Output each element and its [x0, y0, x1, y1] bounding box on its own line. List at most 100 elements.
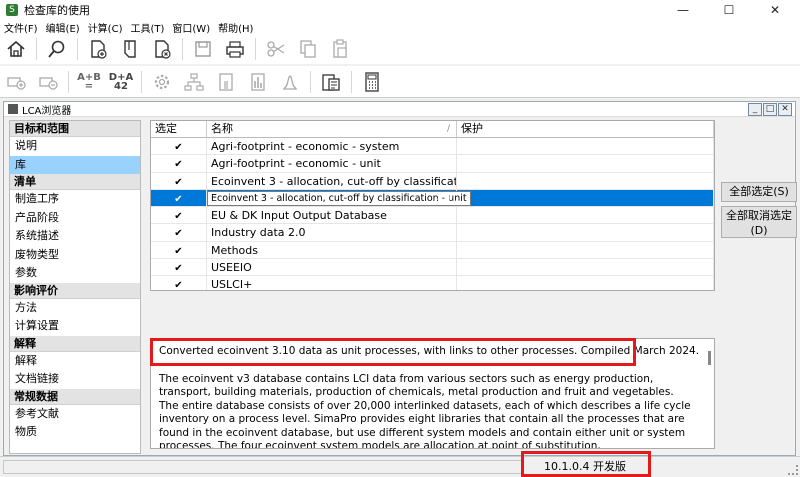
row-name: Agri-footprint - economic - system	[207, 138, 457, 155]
menu-edit[interactable]: 编辑(E)	[42, 20, 84, 35]
row-protection	[457, 241, 714, 259]
open-document-icon[interactable]	[114, 35, 146, 63]
new-document-icon[interactable]	[82, 35, 114, 63]
toolbar-separator	[310, 70, 311, 93]
row-protection	[457, 189, 714, 207]
menu-file[interactable]: 文件(F)	[0, 20, 42, 35]
table-row-selected[interactable]: ✔ Ecoinvent 3 - allocation, cut-off by c…	[151, 189, 714, 208]
sidebar-item-document-links[interactable]: 文档链接	[10, 370, 140, 389]
row-checkbox[interactable]: ✔	[174, 160, 184, 170]
menu-tools[interactable]: 工具(T)	[126, 20, 168, 35]
column-header-name[interactable]: 名称 /	[207, 121, 457, 137]
table-row[interactable]: ✔ EU & DK Input Output Database	[151, 207, 714, 225]
row-checkbox[interactable]: ✔	[174, 177, 184, 188]
report-icon[interactable]	[315, 68, 347, 96]
cut-icon[interactable]	[260, 35, 292, 63]
row-name: Methods	[207, 241, 457, 259]
row-checkbox[interactable]: ✔	[174, 143, 184, 153]
close-button[interactable]: ✕	[752, 0, 798, 20]
window-title: 检查库的使用	[24, 4, 90, 17]
column-header-selected[interactable]: 选定	[151, 121, 207, 137]
table-row[interactable]: ✔ Methods	[151, 241, 714, 260]
row-name: USLCI+	[207, 276, 457, 290]
print-icon[interactable]	[219, 35, 251, 63]
sidebar-item-interpretation[interactable]: 解释	[10, 352, 140, 371]
row-name: Agri-footprint - economic - unit	[207, 155, 457, 172]
app-icon: S	[6, 4, 18, 16]
save-icon[interactable]	[187, 35, 219, 63]
deselect-all-button[interactable]: 全部取消选定(D)	[721, 206, 797, 238]
row-checkbox[interactable]: ✔	[174, 212, 184, 222]
sidebar-item-description[interactable]: 说明	[10, 137, 140, 156]
home-icon[interactable]	[0, 35, 32, 63]
paste-icon[interactable]	[324, 35, 356, 63]
calculator-icon[interactable]	[356, 68, 388, 96]
sidebar-item-waste-types[interactable]: 废物类型	[10, 246, 140, 265]
child-maximize-button[interactable]: □	[763, 103, 777, 116]
sidebar-item-system-descriptions[interactable]: 系统描述	[10, 227, 140, 246]
sidebar-item-literature[interactable]: 参考文献	[10, 405, 140, 424]
row-checkbox[interactable]: ✔	[174, 229, 184, 239]
resize-grip-icon[interactable]	[788, 465, 798, 475]
menu-help[interactable]: 帮助(H)	[214, 20, 257, 35]
bar-chart-icon[interactable]	[242, 68, 274, 96]
table-row[interactable]: ✔ Industry data 2.0	[151, 224, 714, 242]
sidebar-item-parameters[interactable]: 参数	[10, 264, 140, 283]
table-row[interactable]: ✔ USEEIO	[151, 259, 714, 277]
distribution-chart-icon[interactable]	[274, 68, 306, 96]
sidebar-item-substances[interactable]: 物质	[10, 423, 140, 442]
select-all-button[interactable]: 全部选定(S)	[721, 182, 797, 202]
menu-calculate[interactable]: 计算(C)	[84, 20, 127, 35]
window-icon	[8, 104, 18, 114]
settings-gear-icon[interactable]	[146, 68, 178, 96]
main-toolbar	[0, 34, 800, 64]
row-checkbox[interactable]: ✔	[174, 194, 184, 205]
inventory-icon[interactable]	[210, 68, 242, 96]
add-item-icon[interactable]	[0, 68, 32, 96]
row-checkbox[interactable]: ✔	[174, 264, 184, 274]
sidebar-item-calculation-setups[interactable]: 计算设置	[10, 317, 140, 336]
remove-item-icon[interactable]	[32, 68, 64, 96]
row-checkbox[interactable]: ✔	[174, 281, 184, 290]
delete-document-icon[interactable]	[146, 35, 178, 63]
section-interpretation: 解释	[10, 335, 140, 352]
maximize-button[interactable]: ☐	[706, 0, 752, 20]
analyze-icon[interactable]: D+A 42	[105, 68, 137, 96]
row-protection	[457, 138, 714, 155]
table-row[interactable]: ✔ USLCI+	[151, 276, 714, 290]
section-general-data: 常规数据	[10, 388, 140, 405]
status-message-panel	[3, 460, 523, 474]
sidebar: 目标和范围 说明 库 清单 制造工序 产品阶段 系统描述 废物类型 参数 影响评…	[9, 120, 141, 454]
sort-indicator-icon: /	[446, 124, 450, 134]
compare-icon[interactable]: A+B =	[73, 68, 105, 96]
description-scrollbar[interactable]	[708, 351, 711, 365]
column-header-protection[interactable]: 保护	[457, 121, 714, 137]
copy-icon[interactable]	[292, 35, 324, 63]
toolbar-separator	[141, 70, 142, 93]
search-icon[interactable]	[41, 35, 73, 63]
table-row[interactable]: ✔ Agri-footprint - economic - system	[151, 138, 714, 156]
row-name: EU & DK Input Output Database	[207, 207, 457, 224]
lca-browser-title: LCA浏览器	[22, 105, 72, 117]
sidebar-item-product-stages[interactable]: 产品阶段	[10, 209, 140, 228]
sidebar-item-libraries[interactable]: 库	[10, 155, 140, 174]
network-icon[interactable]	[178, 68, 210, 96]
toolbar-separator	[351, 70, 352, 93]
row-name: Ecoinvent 3 - allocation, cut-off by cla…	[207, 172, 457, 189]
lca-browser-window: LCA浏览器 _ □ ✕ 目标和范围 说明 库 清单 制造工序 产品阶段 系统描…	[3, 101, 797, 456]
child-minimize-button[interactable]: _	[748, 103, 762, 116]
toolbar-separator	[77, 38, 78, 60]
row-checkbox[interactable]: ✔	[174, 246, 184, 257]
menu-window[interactable]: 窗口(W)	[168, 20, 214, 35]
sidebar-item-processes[interactable]: 制造工序	[10, 190, 140, 209]
table-row[interactable]: ✔ Agri-footprint - economic - unit	[151, 155, 714, 173]
table-header: 选定 名称 / 保护	[151, 121, 714, 138]
row-name-edit-field[interactable]: Ecoinvent 3 - allocation, cut-off by cla…	[207, 190, 471, 206]
version-highlight-box	[521, 451, 651, 477]
table-row[interactable]: ✔ Ecoinvent 3 - allocation, cut-off by c…	[151, 172, 714, 190]
minimize-button[interactable]: —	[660, 0, 706, 20]
child-close-button[interactable]: ✕	[778, 103, 792, 116]
row-name: USEEIO	[207, 259, 457, 276]
toolbar-separator	[68, 70, 69, 93]
sidebar-item-methods[interactable]: 方法	[10, 299, 140, 318]
